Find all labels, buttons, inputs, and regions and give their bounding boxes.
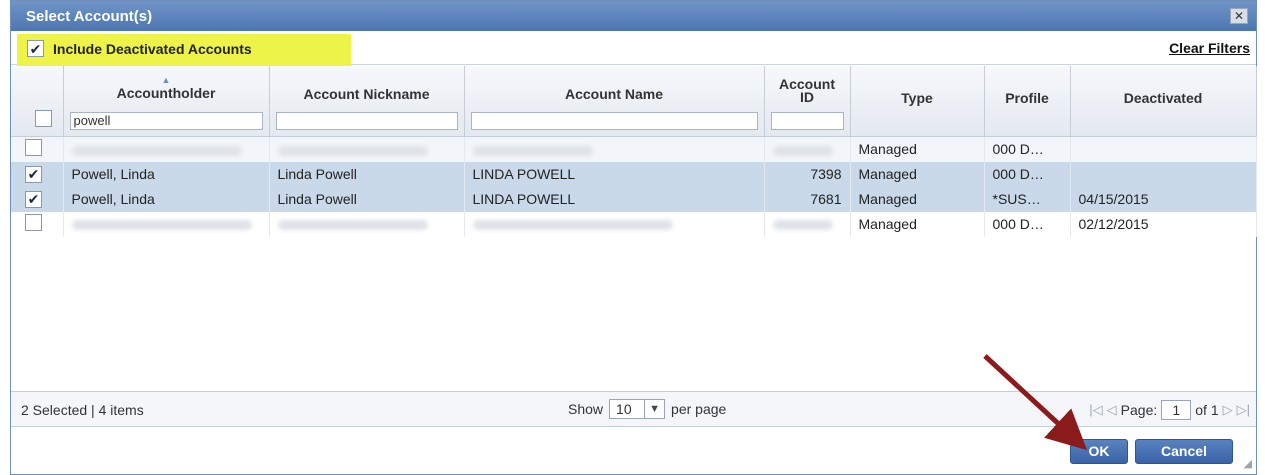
per-page-label: per page (671, 401, 727, 417)
filter-account-name-input[interactable] (470, 112, 758, 130)
cell-nickname: Linda Powell (269, 186, 465, 212)
dialog-title: Select Account(s) (26, 7, 153, 25)
cell-type: Managed (850, 186, 985, 212)
filter-bar: ✔ Include Deactivated Accounts Clear Fil… (11, 31, 1256, 70)
filter-accountholder-input[interactable]: powell (69, 112, 263, 130)
cell-type: Managed (850, 211, 985, 237)
column-deactivated-label: Deactivated (1123, 90, 1203, 106)
accounts-table: ▲ Accountholder powell Account Nickname … (11, 66, 1257, 237)
table-row[interactable]: ✔ Powell, Linda Linda Powell LINDA POWEL… (11, 186, 1257, 212)
sort-ascending-icon: ▲ (161, 75, 171, 85)
redacted-text (472, 220, 673, 231)
column-profile[interactable]: Profile (984, 66, 1071, 137)
pagination: |◁ ◁ Page: 1 of 1 ▷ ▷| (1089, 400, 1250, 420)
cell-deactivated: 04/15/2015 (1070, 186, 1257, 212)
last-page-icon[interactable]: ▷| (1237, 402, 1250, 418)
cell-account-id: 7681 (764, 186, 851, 212)
cell-accountholder: Powell, Linda (63, 161, 270, 187)
include-deactivated-checkbox[interactable]: ✔ (27, 40, 44, 57)
column-accountholder[interactable]: ▲ Accountholder powell (63, 66, 270, 137)
page-label: Page: (1120, 402, 1158, 418)
redacted-text (472, 145, 593, 156)
button-bar: OK Cancel ◢ (11, 428, 1256, 474)
previous-page-icon[interactable]: ◁ (1107, 402, 1117, 418)
column-deactivated[interactable]: Deactivated (1070, 66, 1257, 137)
cell-accountholder: Powell, Linda (63, 186, 270, 212)
row-checkbox[interactable]: ✔ (25, 165, 42, 183)
cell-profile: 000 D… (984, 136, 1071, 162)
grid-footer: 2 Selected | 4 items Show 10 ▼ per page … (11, 391, 1256, 427)
column-account-id[interactable]: Account ID (764, 66, 851, 137)
redacted-text (277, 145, 428, 156)
column-account-name-label: Account Name (564, 86, 664, 102)
select-all-checkbox[interactable] (35, 110, 53, 127)
cell-profile: *SUS… (984, 186, 1071, 212)
next-page-icon[interactable]: ▷ (1223, 402, 1233, 418)
table-row[interactable]: ✔ Powell, Linda Linda Powell LINDA POWEL… (11, 161, 1257, 187)
include-deactivated-toggle[interactable]: ✔ Include Deactivated Accounts (27, 40, 252, 57)
cell-type: Managed (850, 136, 985, 162)
column-type[interactable]: Type (850, 66, 985, 137)
cell-type: Managed (850, 161, 985, 187)
chevron-down-icon[interactable]: ▼ (644, 400, 664, 418)
resize-grip-icon[interactable]: ◢ (1244, 457, 1252, 470)
column-profile-label: Profile (1005, 90, 1049, 106)
per-page-control: Show 10 ▼ per page (568, 399, 726, 419)
include-deactivated-label: Include Deactivated Accounts (53, 40, 252, 57)
per-page-select[interactable]: 10 ▼ (609, 399, 666, 419)
cell-deactivated (1070, 136, 1257, 162)
page-count-label: of 1 (1195, 402, 1219, 418)
cell-account-id: 7398 (764, 161, 851, 187)
filter-nickname-input[interactable] (275, 112, 458, 130)
redacted-text (277, 220, 428, 231)
cell-deactivated: 02/12/2015 (1070, 211, 1257, 237)
row-checkbox[interactable] (25, 214, 42, 231)
column-type-label: Type (901, 90, 933, 106)
cell-profile: 000 D… (984, 211, 1071, 237)
cell-account-name: LINDA POWELL (464, 161, 765, 187)
select-all-column (11, 66, 64, 137)
cell-profile: 000 D… (984, 161, 1071, 187)
first-page-icon[interactable]: |◁ (1089, 402, 1102, 418)
cell-account-name: LINDA POWELL (464, 186, 765, 212)
dialog-titlebar: Select Account(s) ✕ (11, 1, 1256, 31)
redacted-text (772, 220, 833, 231)
cancel-button[interactable]: Cancel (1135, 439, 1233, 464)
clear-filters-link[interactable]: Clear Filters (1169, 40, 1250, 56)
column-nickname-label: Account Nickname (303, 86, 430, 102)
column-account-name[interactable]: Account Name (464, 66, 765, 137)
select-accounts-dialog: Select Account(s) ✕ ✔ Include Deactivate… (10, 0, 1257, 475)
table-header-row: ▲ Accountholder powell Account Nickname … (11, 66, 1257, 137)
redacted-text (772, 145, 833, 156)
row-checkbox[interactable] (25, 139, 42, 157)
table-row[interactable]: Managed 000 D… (11, 136, 1257, 162)
redacted-text (71, 220, 252, 231)
page-input[interactable]: 1 (1161, 400, 1192, 420)
redacted-text (71, 145, 242, 156)
column-account-id-label: Account ID (779, 76, 835, 105)
cell-deactivated (1070, 161, 1257, 187)
ok-button[interactable]: OK (1070, 439, 1128, 464)
filter-account-id-input[interactable] (770, 112, 844, 130)
close-icon[interactable]: ✕ (1230, 8, 1248, 24)
selection-summary: 2 Selected | 4 items (21, 402, 144, 418)
column-accountholder-label: Accountholder (116, 85, 216, 101)
per-page-value: 10 (616, 401, 632, 417)
column-nickname[interactable]: Account Nickname (269, 66, 465, 137)
row-checkbox[interactable]: ✔ (25, 190, 42, 208)
table-row[interactable]: Managed 000 D… 02/12/2015 (11, 211, 1257, 237)
cell-nickname: Linda Powell (269, 161, 465, 187)
show-label: Show (568, 401, 604, 417)
